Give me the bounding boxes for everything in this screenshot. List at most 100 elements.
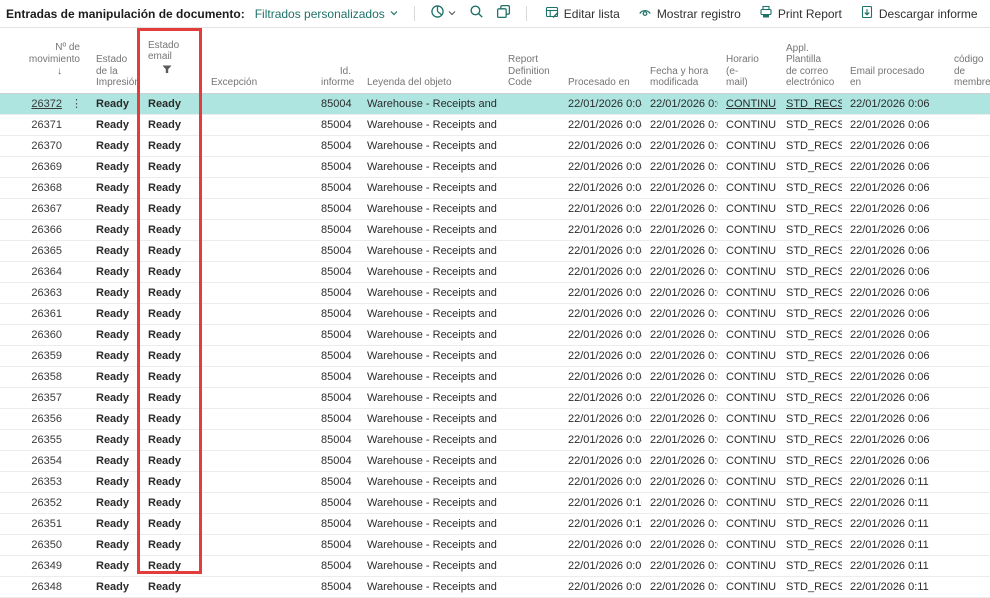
movement-no-link[interactable]: 26361 — [31, 308, 62, 320]
email-template-link[interactable]: STD_RECSHIP — [786, 161, 842, 173]
table-row[interactable]: 26352 ⋮ Ready Ready 85004 Warehouse - Re… — [0, 492, 990, 513]
table-row[interactable]: 26364 ⋮ Ready Ready 85004 Warehouse - Re… — [0, 261, 990, 282]
email-schedule-link[interactable]: CONTINU — [726, 182, 776, 194]
movement-no-link[interactable]: 26353 — [31, 476, 62, 488]
column-header-letterhead[interactable]: código de membrete — [946, 28, 990, 93]
email-template-link[interactable]: STD_RECSHIP — [786, 140, 842, 152]
table-row[interactable]: 26355 ⋮ Ready Ready 85004 Warehouse - Re… — [0, 429, 990, 450]
email-template-link[interactable]: STD_RECSHIP — [786, 245, 842, 257]
email-template-link[interactable]: STD_RECSHIP — [786, 371, 842, 383]
column-header-report-id[interactable]: Id. informe — [313, 28, 359, 93]
email-schedule-link[interactable]: CONTINU — [726, 287, 776, 299]
email-schedule-link[interactable]: CONTINU — [726, 476, 776, 488]
movement-no-link[interactable]: 26352 — [31, 497, 62, 509]
email-template-link[interactable]: STD_RECSHIP — [786, 119, 842, 131]
table-row[interactable]: 26363 ⋮ Ready Ready 85004 Warehouse - Re… — [0, 282, 990, 303]
email-template-link[interactable]: STD_RECSHIP — [786, 203, 842, 215]
table-row[interactable]: 26359 ⋮ Ready Ready 85004 Warehouse - Re… — [0, 345, 990, 366]
saved-filter-dropdown[interactable]: Filtrados personalizados — [255, 7, 399, 21]
movement-no-link[interactable]: 26368 — [31, 182, 62, 194]
movement-no-link[interactable]: 26349 — [31, 560, 62, 572]
table-row[interactable]: 26369 ⋮ Ready Ready 85004 Warehouse - Re… — [0, 156, 990, 177]
email-schedule-link[interactable]: CONTINU — [726, 119, 776, 131]
column-header-email-template[interactable]: Appl. Plantilla de correo electrónico — [778, 28, 842, 93]
show-record-button[interactable]: Mostrar registro — [638, 5, 741, 22]
column-header-email-status[interactable]: Estado email — [140, 28, 203, 93]
table-row[interactable]: 26371 ⋮ Ready Ready 85004 Warehouse - Re… — [0, 114, 990, 135]
table-row[interactable]: 26354 ⋮ Ready Ready 85004 Warehouse - Re… — [0, 450, 990, 471]
email-template-link[interactable]: STD_RECSHIP — [786, 98, 842, 110]
column-header-exception[interactable]: Excepción — [203, 28, 313, 93]
email-schedule-link[interactable]: CONTINU — [726, 245, 776, 257]
email-schedule-link[interactable]: CONTINU — [726, 308, 776, 320]
email-schedule-link[interactable]: CONTINU — [726, 518, 776, 530]
table-row[interactable]: 26368 ⋮ Ready Ready 85004 Warehouse - Re… — [0, 177, 990, 198]
movement-no-link[interactable]: 26358 — [31, 371, 62, 383]
email-template-link[interactable]: STD_RECSHIP — [786, 455, 842, 467]
email-schedule-link[interactable]: CONTINU — [726, 539, 776, 551]
row-context-menu-icon[interactable]: ⋮ — [71, 94, 82, 114]
movement-no-link[interactable]: 26366 — [31, 224, 62, 236]
analyze-button[interactable] — [430, 4, 457, 24]
email-schedule-link[interactable]: CONTINU — [726, 392, 776, 404]
table-row[interactable]: 26370 ⋮ Ready Ready 85004 Warehouse - Re… — [0, 135, 990, 156]
download-report-button[interactable]: Descargar informe — [860, 5, 978, 22]
email-schedule-link[interactable]: CONTINU — [726, 497, 776, 509]
movement-no-link[interactable]: 26367 — [31, 203, 62, 215]
column-header-object-caption[interactable]: Leyenda del objeto — [359, 28, 500, 93]
edit-list-button[interactable]: Editar lista — [545, 5, 620, 22]
table-row[interactable]: 26358 ⋮ Ready Ready 85004 Warehouse - Re… — [0, 366, 990, 387]
movement-no-link[interactable]: 26363 — [31, 287, 62, 299]
email-template-link[interactable]: STD_RECSHIP — [786, 434, 842, 446]
column-header-email-schedule[interactable]: Horario (e- mail) — [718, 28, 778, 93]
movement-no-link[interactable]: 26364 — [31, 266, 62, 278]
email-template-link[interactable]: STD_RECSHIP — [786, 329, 842, 341]
movement-no-link[interactable]: 26357 — [31, 392, 62, 404]
movement-no-link[interactable]: 26355 — [31, 434, 62, 446]
movement-no-link[interactable]: 26370 — [31, 140, 62, 152]
table-row[interactable]: 26357 ⋮ Ready Ready 85004 Warehouse - Re… — [0, 387, 990, 408]
movement-no-link[interactable]: 26371 — [31, 119, 62, 131]
movement-no-link[interactable]: 26354 — [31, 455, 62, 467]
email-schedule-link[interactable]: CONTINU — [726, 161, 776, 173]
table-row[interactable]: 26353 ⋮ Ready Ready 85004 Warehouse - Re… — [0, 471, 990, 492]
email-template-link[interactable]: STD_RECSHIP — [786, 560, 842, 572]
email-template-link[interactable]: STD_RECSHIP — [786, 497, 842, 509]
email-schedule-link[interactable]: CONTINU — [726, 98, 776, 110]
email-template-link[interactable]: STD_RECSHIP — [786, 182, 842, 194]
email-schedule-link[interactable]: CONTINU — [726, 266, 776, 278]
table-row[interactable]: 26372 ⋮ Ready Ready 85004 Warehouse - Re… — [0, 93, 990, 114]
table-row[interactable]: 26348 ⋮ Ready Ready 85004 Warehouse - Re… — [0, 576, 990, 597]
table-row[interactable]: 26356 ⋮ Ready Ready 85004 Warehouse - Re… — [0, 408, 990, 429]
email-template-link[interactable]: STD_RECSHIP — [786, 308, 842, 320]
movement-no-link[interactable]: 26348 — [31, 581, 62, 593]
email-schedule-link[interactable]: CONTINU — [726, 329, 776, 341]
email-schedule-link[interactable]: CONTINU — [726, 350, 776, 362]
email-template-link[interactable]: STD_RECSHIP — [786, 581, 842, 593]
email-schedule-link[interactable]: CONTINU — [726, 203, 776, 215]
email-template-link[interactable]: STD_RECSHIP — [786, 476, 842, 488]
movement-no-link[interactable]: 26350 — [31, 539, 62, 551]
email-schedule-link[interactable]: CONTINU — [726, 413, 776, 425]
email-template-link[interactable]: STD_RECSHIP — [786, 224, 842, 236]
movement-no-link[interactable]: 26360 — [31, 329, 62, 341]
table-row[interactable]: 26360 ⋮ Ready Ready 85004 Warehouse - Re… — [0, 324, 990, 345]
movement-no-link[interactable]: 26359 — [31, 350, 62, 362]
table-row[interactable]: 26365 ⋮ Ready Ready 85004 Warehouse - Re… — [0, 240, 990, 261]
column-header-modified-at[interactable]: Fecha y hora modificada — [642, 28, 718, 93]
column-header-processed-at[interactable]: Procesado en — [560, 28, 642, 93]
column-header-report-definition-code[interactable]: Report Definition Code — [500, 28, 560, 93]
table-row[interactable]: 26367 ⋮ Ready Ready 85004 Warehouse - Re… — [0, 198, 990, 219]
column-header-email-processed-at[interactable]: Email procesado en — [842, 28, 946, 93]
email-template-link[interactable]: STD_RECSHIP — [786, 287, 842, 299]
email-template-link[interactable]: STD_RECSHIP — [786, 392, 842, 404]
email-schedule-link[interactable]: CONTINU — [726, 560, 776, 572]
email-schedule-link[interactable]: CONTINU — [726, 140, 776, 152]
movement-no-link[interactable]: 26369 — [31, 161, 62, 173]
email-schedule-link[interactable]: CONTINU — [726, 224, 776, 236]
table-row[interactable]: 26351 ⋮ Ready Ready 85004 Warehouse - Re… — [0, 513, 990, 534]
email-schedule-link[interactable]: CONTINU — [726, 581, 776, 593]
table-row[interactable]: 26361 ⋮ Ready Ready 85004 Warehouse - Re… — [0, 303, 990, 324]
movement-no-link[interactable]: 26356 — [31, 413, 62, 425]
table-row[interactable]: 26350 ⋮ Ready Ready 85004 Warehouse - Re… — [0, 534, 990, 555]
